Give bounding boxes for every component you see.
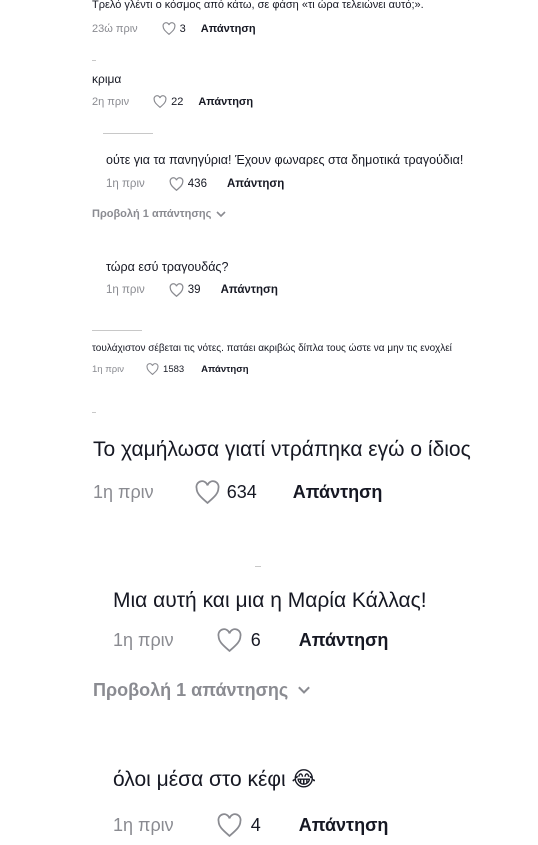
heart-outline-icon [169,283,184,297]
reply-button[interactable]: Απάντηση [201,364,248,375]
comment-time: 1η πριν [113,629,174,650]
comment-time: 23ώ πριν [92,22,138,35]
comment-text: τουλάχιστον σέβεται τις νότες. πατάει ακ… [92,343,452,354]
like-button[interactable]: 4 [216,813,261,837]
like-button[interactable]: 1583 [146,363,184,375]
comment-text: κριμα [92,72,122,86]
reply-button[interactable]: Απάντηση [299,815,389,836]
comment-time: 1η πριν [106,178,145,190]
comment-time: 1η πριν [106,284,145,296]
heart-outline-icon [195,480,220,504]
avatar-placeholder [103,133,153,134]
like-count: 1583 [163,363,185,375]
heart-outline-icon [162,22,176,35]
like-button[interactable]: 22 [153,95,183,108]
avatar-placeholder [92,412,96,413]
comment-text: Το χαμήλωσα γιατί ντράπηκα εγώ ο ίδιος [93,438,471,461]
heart-outline-icon [146,363,159,375]
like-button[interactable]: 3 [162,22,186,35]
avatar-placeholder [92,330,142,331]
like-count: 22 [171,95,184,108]
comment-time: 2η πριν [92,95,130,108]
heart-outline-icon [217,628,242,652]
reply-button[interactable]: Απάντηση [293,482,383,503]
like-count: 39 [187,284,201,296]
like-count: 436 [187,178,207,190]
chevron-down-icon [216,210,226,217]
view-replies-label: Προβολή 1 απάντησης [93,680,289,700]
reply-button[interactable]: Απάντηση [201,23,256,35]
heart-outline-icon [169,177,184,191]
avatar-placeholder [92,60,96,61]
like-count: 634 [226,481,257,502]
reply-button[interactable]: Απάντηση [198,96,253,108]
comment-time: 1η πριν [93,481,154,502]
reply-button[interactable]: Απάντηση [221,284,278,296]
like-button[interactable]: 634 [194,480,257,504]
like-button[interactable]: 436 [169,177,207,191]
avatar-placeholder [255,566,261,567]
like-button[interactable]: 6 [216,628,261,652]
heart-outline-icon [153,95,167,108]
comment-text: όλοι μέσα στο κέφι 😂 [113,768,317,791]
like-button[interactable]: 39 [169,283,201,297]
like-count: 6 [250,629,261,650]
comment-time: 1η πριν [113,814,174,835]
comment-text: ούτε για τα πανηγύρια! Έχουν φωναρες στα… [106,153,464,167]
reply-button[interactable]: Απάντηση [227,178,284,190]
comment-text: τώρα εσύ τραγουδάς? [106,260,229,274]
comment-text: Μια αυτή και μια η Μαρία Κάλλας! [113,589,427,612]
view-replies-label: Προβολή 1 απάντησης [92,208,212,220]
reply-button[interactable]: Απάντηση [299,630,389,651]
heart-outline-icon [217,813,242,837]
like-count: 4 [250,814,261,835]
comment-time: 1η πριν [92,363,125,375]
view-replies-button[interactable]: Προβολή 1 απάντησης [92,208,226,220]
comment-text: Τρελό γλέντι ο κόσμος από κάτω, σε φάση … [92,0,424,11]
view-replies-button[interactable]: Προβολή 1 απάντησης [93,680,311,701]
like-count: 3 [179,22,186,35]
chevron-down-icon [298,686,311,694]
